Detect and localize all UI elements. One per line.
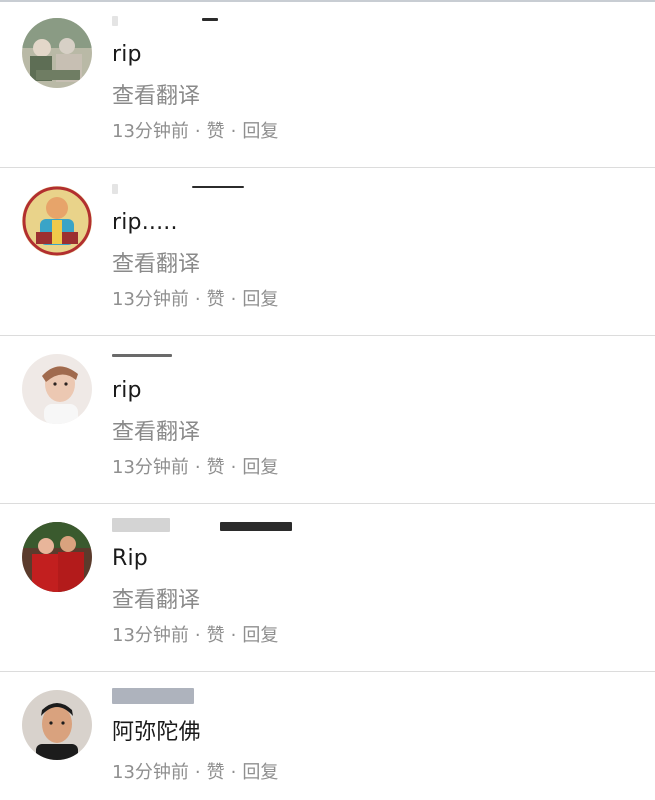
reply-button[interactable]: 回复 (242, 621, 278, 647)
translate-link[interactable]: 查看翻译 (112, 246, 200, 278)
separator: · (230, 625, 237, 646)
username-redacted (112, 184, 118, 194)
separator: · (194, 762, 201, 783)
like-button[interactable]: 赞 (207, 621, 225, 647)
separator: · (194, 625, 201, 646)
timestamp: 13分钟前 (112, 289, 189, 310)
comment-text: Rip (112, 546, 148, 571)
translate-link[interactable]: 查看翻译 (112, 414, 200, 446)
avatar[interactable] (22, 18, 92, 88)
separator: · (194, 289, 201, 310)
username-redacted (112, 354, 172, 357)
username-redacted (202, 18, 218, 21)
comment-item: rip 查看翻译 13分钟前 · 赞 · 回复 (0, 336, 655, 504)
like-button[interactable]: 赞 (207, 285, 225, 311)
separator: · (194, 457, 201, 478)
timestamp: 13分钟前 (112, 457, 189, 478)
comment-text: 阿弥陀佛 (112, 720, 201, 745)
username-redacted (192, 186, 244, 188)
reply-button[interactable]: 回复 (242, 758, 278, 784)
avatar[interactable] (22, 522, 92, 592)
avatar[interactable] (22, 354, 92, 424)
comment-meta: 13分钟前 · 赞 · 回复 (112, 285, 278, 311)
like-button[interactable]: 赞 (207, 117, 225, 143)
comment-meta: 13分钟前 · 赞 · 回复 (112, 453, 278, 479)
comment-meta: 13分钟前 · 赞 · 回复 (112, 621, 278, 647)
separator: · (194, 121, 201, 142)
comment-text: rip..... (112, 210, 178, 235)
translate-link[interactable]: 查看翻译 (112, 582, 200, 614)
comment-text: rip (112, 378, 142, 403)
separator: · (230, 289, 237, 310)
comment-text: rip (112, 42, 142, 67)
avatar[interactable] (22, 186, 92, 256)
reply-button[interactable]: 回复 (242, 117, 278, 143)
comment-item: Rip 查看翻译 13分钟前 · 赞 · 回复 (0, 504, 655, 672)
username-redacted (112, 688, 194, 704)
comment-item: rip 查看翻译 13分钟前 · 赞 · 回复 (0, 0, 655, 168)
username-redacted (112, 16, 118, 26)
separator: · (230, 457, 237, 478)
like-button[interactable]: 赞 (207, 453, 225, 479)
like-button[interactable]: 赞 (207, 758, 225, 784)
comment-meta: 13分钟前 · 赞 · 回复 (112, 758, 278, 784)
username-redacted (112, 518, 170, 532)
comment-meta: 13分钟前 · 赞 · 回复 (112, 117, 278, 143)
timestamp: 13分钟前 (112, 625, 189, 646)
timestamp: 13分钟前 (112, 762, 189, 783)
username-redacted (220, 522, 292, 531)
reply-button[interactable]: 回复 (242, 285, 278, 311)
timestamp: 13分钟前 (112, 121, 189, 142)
translate-link[interactable]: 查看翻译 (112, 78, 200, 110)
comment-item: 阿弥陀佛 13分钟前 · 赞 · 回复 (0, 672, 655, 800)
separator: · (230, 762, 237, 783)
separator: · (230, 121, 237, 142)
avatar[interactable] (22, 690, 92, 760)
comment-list: rip 查看翻译 13分钟前 · 赞 · 回复 rip..... 查看翻译 13分钟前 ·… (0, 0, 655, 800)
reply-button[interactable]: 回复 (242, 453, 278, 479)
comment-item: rip..... 查看翻译 13分钟前 · 赞 · 回复 (0, 168, 655, 336)
